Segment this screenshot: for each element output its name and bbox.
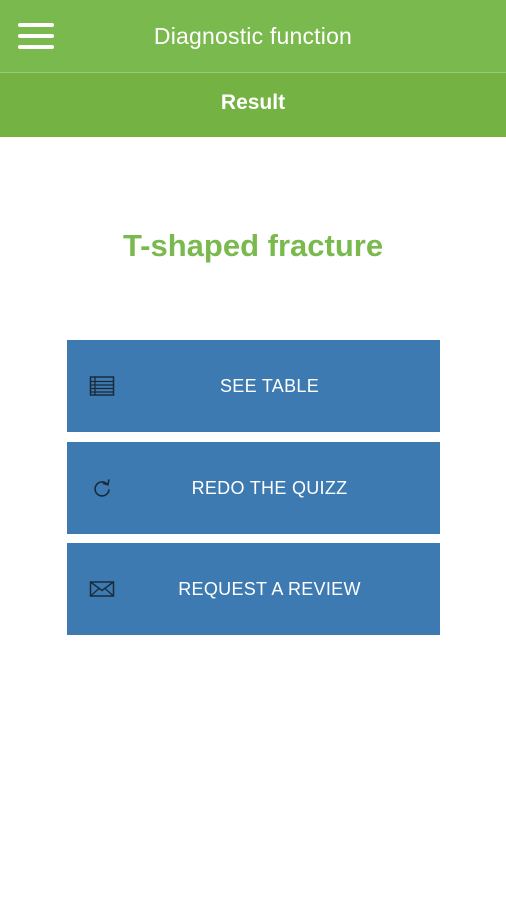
menu-bar-top [18, 23, 54, 27]
app-header: Diagnostic function [0, 0, 506, 72]
menu-bar-bottom [18, 45, 54, 49]
hamburger-menu-icon[interactable] [16, 20, 56, 52]
request-review-button[interactable]: REQUEST A REVIEW [67, 543, 440, 635]
redo-quizz-button[interactable]: REDO THE QUIZZ [67, 442, 440, 534]
app-title: Diagnostic function [153, 23, 353, 49]
redo-quizz-label: REDO THE QUIZZ [191, 478, 348, 498]
sub-header: Result [0, 73, 506, 137]
result-title: T-shaped fracture [122, 228, 384, 263]
menu-bar-middle [18, 34, 54, 38]
see-table-button[interactable]: SEE TABLE [67, 340, 440, 432]
sub-header-title: Result [220, 91, 286, 114]
see-table-label: SEE TABLE [219, 376, 320, 396]
request-review-label: REQUEST A REVIEW [178, 579, 361, 599]
